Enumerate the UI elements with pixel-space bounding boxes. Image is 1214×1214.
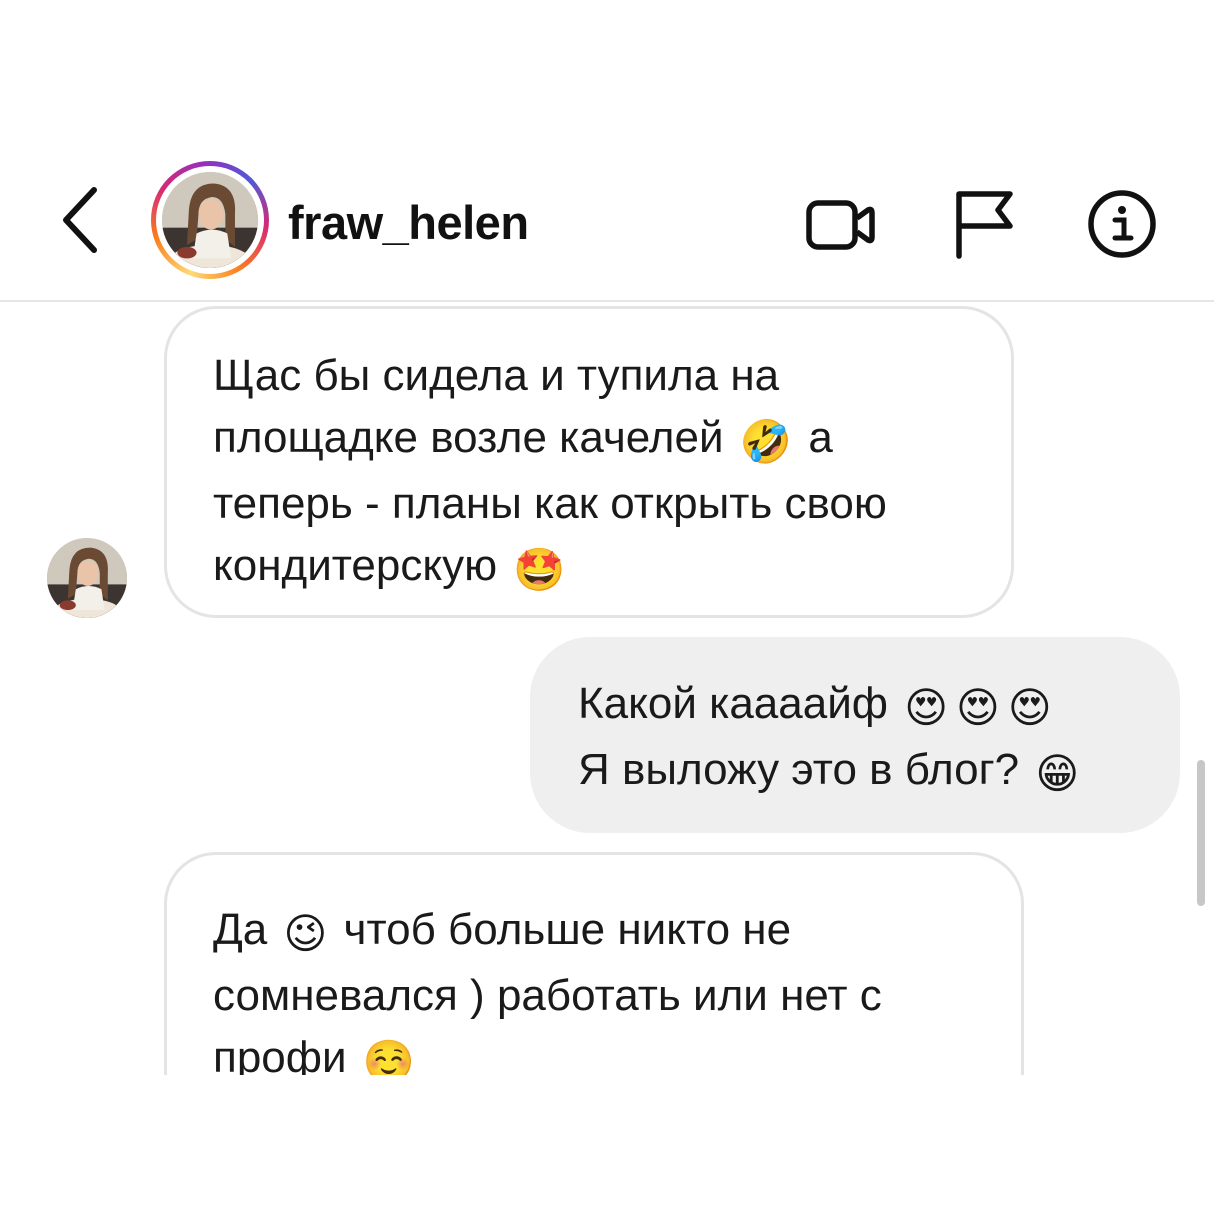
profile-avatar[interactable] — [151, 161, 269, 279]
heart-eyes-emoji-icon: 😍 — [904, 683, 949, 732]
rofl-emoji-icon: 🤣 — [739, 417, 793, 466]
message-line: теперь - планы как открыть свою — [213, 479, 887, 528]
flag-icon — [956, 191, 1013, 259]
star-struck-emoji-icon: 🤩 — [513, 545, 566, 594]
incoming-message[interactable]: Щас бы сидела и тупила на площадке возле… — [164, 306, 1014, 618]
message-line: площадке возле качелей 🤣 а — [213, 407, 1011, 473]
scrollbar[interactable] — [1197, 760, 1205, 906]
heart-eyes-emoji-icon: 😍 — [956, 683, 1000, 732]
message-line: Я выложу это в блог? 😁 — [578, 739, 1180, 805]
video-camera-icon — [806, 200, 875, 250]
chat-username[interactable]: fraw_helen — [288, 195, 529, 251]
info-icon — [1088, 190, 1156, 258]
wink-emoji-icon: 😉 — [283, 909, 328, 958]
avatar-photo — [162, 172, 258, 268]
message-line: Да 😉 чтоб больше никто не — [213, 899, 1021, 965]
info-button[interactable] — [1084, 186, 1160, 262]
message-line: кондитерскую 🤩 — [213, 535, 1011, 601]
chevron-left-icon — [63, 187, 97, 253]
message-line: Щас бы сидела и тупила на — [213, 351, 780, 400]
crop-edge — [0, 1075, 1214, 1214]
chat-header: fraw_helen — [0, 150, 1214, 302]
back-button[interactable] — [52, 182, 112, 258]
message-line: Какой каааайф 😍 😍 😍 — [578, 673, 1180, 739]
sender-avatar[interactable] — [47, 538, 127, 618]
report-button[interactable] — [944, 186, 1020, 262]
message-line: сомневался ) работать или нет с — [213, 971, 882, 1020]
outgoing-message[interactable]: Какой каааайф 😍 😍 😍 Я выложу это в блог? 😁 — [530, 637, 1180, 833]
avatar-photo — [47, 538, 127, 618]
heart-eyes-emoji-icon: 😍 — [1007, 683, 1052, 732]
grinning-emoji-icon: 😁 — [1035, 749, 1080, 798]
video-call-button[interactable] — [802, 186, 878, 262]
